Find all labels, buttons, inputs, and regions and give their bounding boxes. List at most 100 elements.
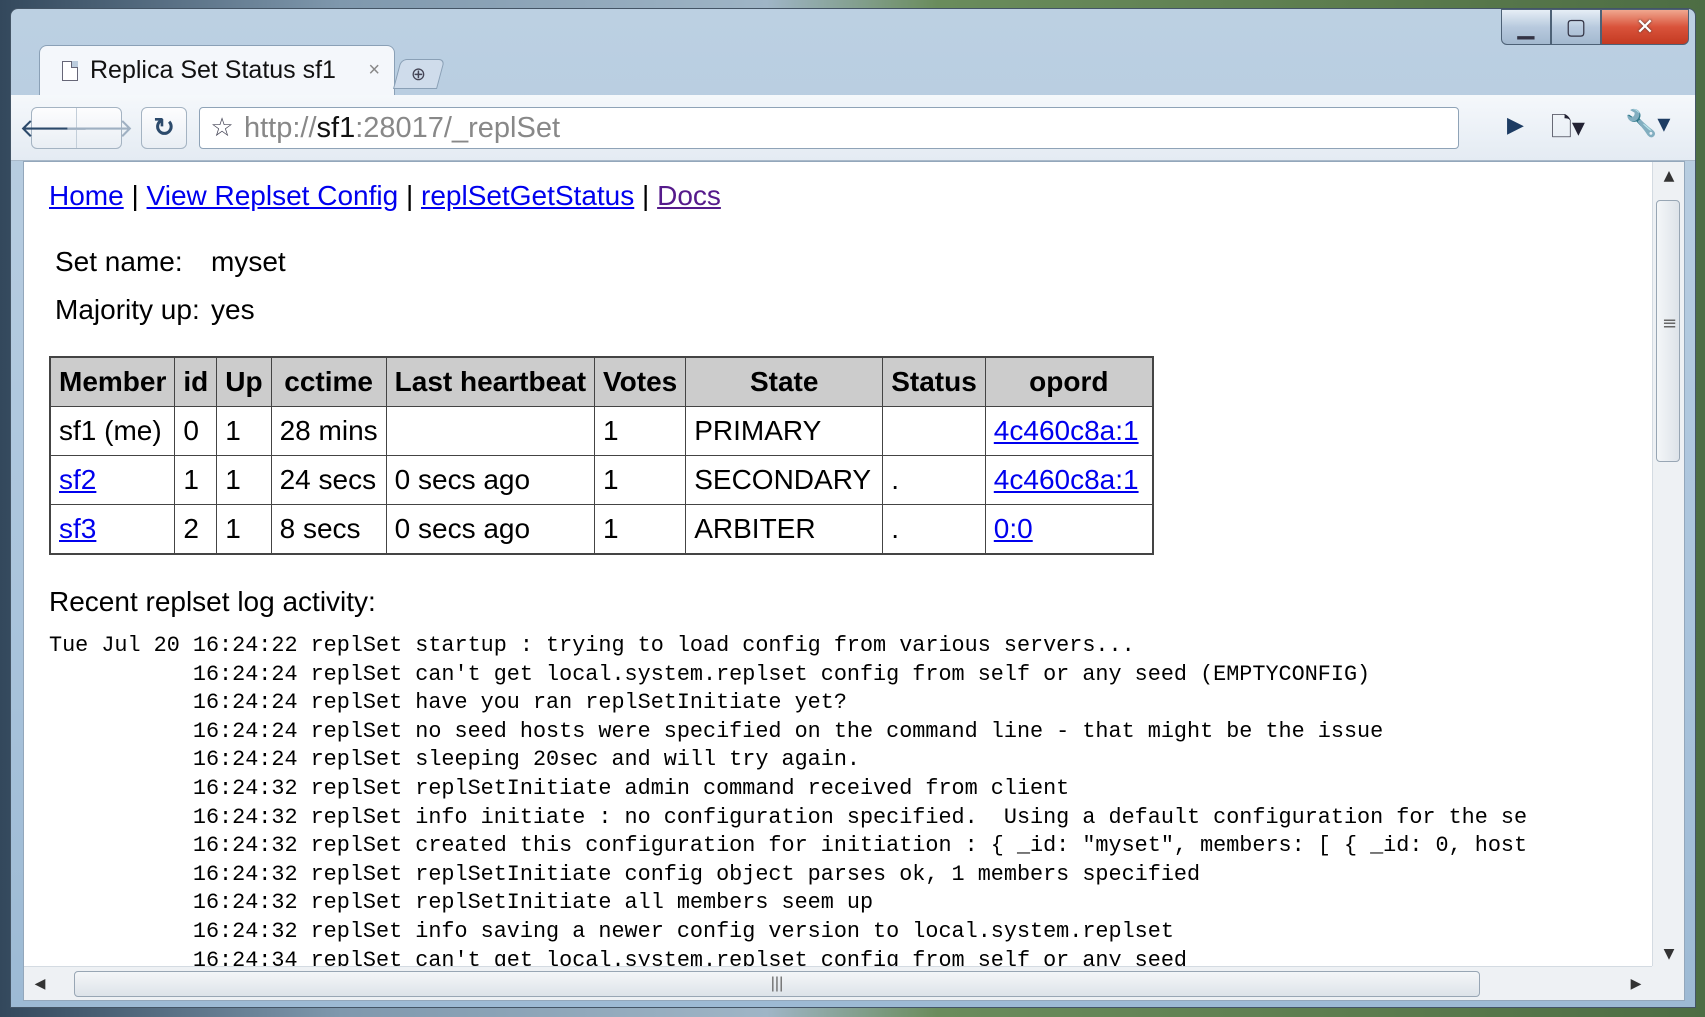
cctime-cell: 28 mins	[270, 406, 387, 456]
page-menu-icon[interactable]: 🗋▾	[1551, 109, 1585, 153]
majority-row: Majority up: yes	[55, 294, 255, 326]
log-line: 16:24:32 replSet info initiate : no conf…	[49, 804, 1528, 830]
up-cell: 1	[216, 455, 272, 505]
member-link-sf3[interactable]: sf3	[59, 513, 96, 544]
table-row: sf3 2 1 8 secs 0 secs ago 1 ARBITER . 0:…	[49, 504, 1154, 555]
home-link[interactable]: Home	[49, 180, 124, 211]
opord-link[interactable]: 4c460c8a:1	[994, 415, 1139, 446]
log-line: 16:24:24 replSet sleeping 20sec and will…	[49, 747, 860, 773]
new-tab-button[interactable]: ⊕	[392, 59, 446, 89]
back-forward-group: 🡐 🡒	[19, 107, 134, 149]
log-line: 16:24:24 replSet can't get local.system.…	[49, 661, 1371, 687]
browser-window: ▁ ▢ ✕ Replica Set Status sf1 × ⊕ 🡐 🡒 ↻ ☆…	[10, 8, 1696, 1008]
id-cell: 1	[174, 455, 218, 505]
scroll-left-arrow-icon[interactable]: ◀	[24, 967, 56, 1000]
log-line: 16:24:32 replSet created this configurat…	[49, 833, 1528, 859]
opord-cell: 0:0	[984, 504, 1154, 555]
replsetgetstatus-link[interactable]: replSetGetStatus	[421, 180, 634, 211]
minimize-button[interactable]: ▁	[1501, 9, 1551, 45]
column-header: cctime	[270, 356, 387, 407]
url-prefix: http://	[244, 111, 317, 144]
log-heading: Recent replset log activity:	[49, 586, 376, 617]
log-line: 16:24:32 replSet replSetInitiate admin c…	[49, 775, 1070, 801]
nav-separator: |	[123, 180, 147, 211]
log-line: 16:24:32 replSet info saving a newer con…	[49, 918, 1174, 944]
tab-replica-set-status[interactable]: Replica Set Status sf1 ×	[39, 45, 395, 95]
opord-link[interactable]: 0:0	[994, 513, 1033, 544]
status-cell: .	[882, 504, 986, 555]
go-arrow-icon[interactable]: ▶	[1507, 113, 1524, 138]
page-viewport: Home | View Replset Config | replSetGetS…	[23, 161, 1685, 1001]
scroll-up-arrow-icon[interactable]: ▲	[1653, 162, 1684, 190]
log-line: 16:24:32 replSet replSetInitiate all mem…	[49, 890, 874, 916]
star-icon[interactable]: ☆	[200, 113, 244, 143]
page-icon	[62, 60, 78, 81]
up-cell: 1	[216, 406, 272, 456]
state-cell: PRIMARY	[685, 406, 884, 456]
log-output: Tue Jul 20 16:24:22 replSet startup : tr…	[49, 632, 1527, 968]
maximize-button[interactable]: ▢	[1551, 9, 1601, 45]
set-name-value: myset	[211, 246, 286, 277]
reload-icon[interactable]: ↻	[141, 107, 187, 149]
horizontal-scroll-thumb[interactable]: |||	[74, 971, 1480, 997]
table-header-row: Member id Up cctime Last heartbeat Votes…	[49, 356, 1154, 407]
member-cell: sf1 (me)	[49, 406, 176, 456]
address-bar[interactable]: ☆ http://sf1:28017/_replSet	[199, 107, 1459, 149]
heartbeat-cell: 0 secs ago	[385, 455, 596, 505]
forward-arrow-icon[interactable]: 🡒	[64, 108, 134, 148]
set-name-label: Set name:	[55, 246, 183, 277]
scroll-down-arrow-icon[interactable]: ▼	[1653, 940, 1684, 968]
votes-cell: 1	[594, 504, 687, 555]
state-cell: SECONDARY	[685, 455, 884, 505]
status-cell	[882, 406, 986, 456]
majority-label: Majority up:	[55, 294, 200, 325]
tab-close-icon[interactable]: ×	[368, 59, 380, 82]
opord-cell: 4c460c8a:1	[984, 455, 1154, 505]
id-cell: 2	[174, 504, 218, 555]
id-cell: 0	[174, 406, 218, 456]
nav-separator: |	[398, 180, 422, 211]
votes-cell: 1	[594, 455, 687, 505]
majority-value: yes	[211, 294, 255, 325]
window-caption-buttons: ▁ ▢ ✕	[1501, 9, 1689, 49]
url-text[interactable]: http://sf1:28017/_replSet	[244, 112, 560, 145]
log-line: 16:24:34 replSet can't get local.system.…	[49, 947, 1187, 968]
page-content: Home | View Replset Config | replSetGetS…	[24, 162, 1652, 968]
heartbeat-cell: 0 secs ago	[385, 504, 596, 555]
state-cell: ARBITER	[685, 504, 884, 555]
column-header: Status	[882, 356, 986, 407]
docs-link[interactable]: Docs	[657, 180, 721, 211]
vertical-scrollbar[interactable]: ▲ ▼	[1652, 162, 1684, 968]
wrench-icon[interactable]: 🔧▾	[1625, 109, 1670, 139]
page-nav-links: Home | View Replset Config | replSetGetS…	[49, 180, 721, 212]
cctime-cell: 8 secs	[270, 504, 387, 555]
url-host: sf1	[316, 111, 356, 144]
member-cell: sf3	[49, 504, 176, 555]
new-tab-icon: ⊕	[411, 63, 427, 84]
column-header: Up	[216, 356, 272, 407]
cctime-cell: 24 secs	[270, 455, 387, 505]
horizontal-scrollbar[interactable]: ◀ ||| ▶	[24, 966, 1652, 1000]
scroll-right-arrow-icon[interactable]: ▶	[1620, 967, 1652, 1000]
votes-cell: 1	[594, 406, 687, 456]
table-row: sf1 (me) 0 1 28 mins 1 PRIMARY 4c460c8a:…	[49, 406, 1154, 456]
vertical-scroll-thumb[interactable]	[1656, 200, 1680, 462]
member-link-sf2[interactable]: sf2	[59, 464, 96, 495]
tab-title: Replica Set Status sf1	[90, 56, 336, 84]
column-header: State	[685, 356, 884, 407]
maximize-icon: ▢	[1565, 14, 1587, 40]
log-line: Tue Jul 20 16:24:22 replSet startup : tr…	[49, 633, 1135, 658]
log-line: 16:24:32 replSet replSetInitiate config …	[49, 861, 1201, 887]
browser-toolbar: 🡐 🡒 ↻ ☆ http://sf1:28017/_replSet ▶ 🗋▾ 🔧…	[11, 95, 1695, 161]
close-icon: ✕	[1635, 14, 1655, 40]
column-header: Member	[49, 356, 176, 407]
column-header: Last heartbeat	[385, 356, 596, 407]
up-cell: 1	[216, 504, 272, 555]
opord-link[interactable]: 4c460c8a:1	[994, 464, 1139, 495]
url-path: :28017/_replSet	[355, 111, 561, 144]
column-header: opord	[984, 356, 1154, 407]
view-replset-config-link[interactable]: View Replset Config	[147, 180, 399, 211]
close-window-button[interactable]: ✕	[1601, 9, 1689, 45]
opord-cell: 4c460c8a:1	[984, 406, 1154, 456]
nav-separator: |	[634, 180, 658, 211]
